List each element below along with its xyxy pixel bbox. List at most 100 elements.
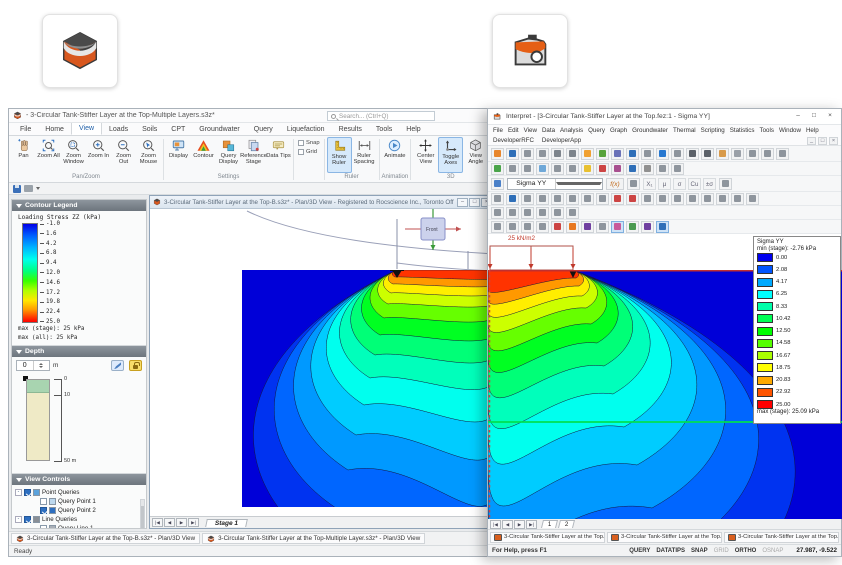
scrollbar-thumb[interactable] [141,506,144,528]
status-toggle[interactable]: OSNAP [762,548,783,554]
toolbar-icon[interactable] [746,192,759,205]
toolbar-icon[interactable] [716,192,729,205]
rs2-desktop-icon[interactable] [492,14,568,88]
tree-expander[interactable] [31,525,38,528]
view-nav-button[interactable]: ▶| [526,519,537,529]
toolbar-icon[interactable] [671,192,684,205]
toolbar-icon[interactable] [491,192,504,205]
toolbar-icon[interactable] [566,162,579,175]
settle3-desktop-icon[interactable] [42,14,118,88]
view-nav-button[interactable]: |◀ [490,519,501,529]
data-type-icon[interactable] [491,177,504,190]
document-tab[interactable]: 3-Circular Tank-Stiffer Layer at the Top… [202,533,426,544]
ribbon-tab[interactable]: Query [247,124,280,135]
print-icon[interactable] [24,185,33,192]
contour-button[interactable]: Contour [191,137,216,173]
toolbar-icon[interactable] [581,220,594,233]
toolbar-icon[interactable] [641,220,654,233]
tree-expander[interactable]: - [15,516,22,524]
toggle-axes-button[interactable]: Toggle Axes [438,137,464,173]
toolbar-icon[interactable] [506,162,519,175]
document-tab[interactable]: 3-Circular Tank-Stiffer Layer at the Top… [11,533,201,544]
menu-item[interactable]: Window [777,127,803,134]
data-tips-button[interactable]: Data Tips [266,137,291,173]
window-button[interactable]: □ [807,111,821,122]
menu-item[interactable]: Groundwater [630,127,670,134]
status-toggle[interactable]: QUERY [629,548,650,554]
toolbar-icon[interactable] [611,220,624,233]
toolbar-icon[interactable] [701,192,714,205]
ribbon-tab[interactable]: Tools [369,124,399,135]
view-controls-header[interactable]: View Controls [12,474,146,486]
ribbon-tab[interactable]: Help [399,124,427,135]
stage-nav-button[interactable]: ▶| [188,518,199,527]
toolbar-icon[interactable] [596,147,609,160]
tree-item[interactable]: Query Point 1 [15,497,144,506]
toolbar-icon[interactable] [521,220,534,233]
status-toggle[interactable]: GRID [714,548,729,554]
toolbar-icon[interactable] [641,162,654,175]
toolbar-icon[interactable] [506,220,519,233]
toolbar-icon[interactable] [641,147,654,160]
ribbon-tab[interactable]: Soils [135,124,164,135]
tree-expander[interactable] [31,498,38,505]
toolbar-icon[interactable] [626,162,639,175]
menu-item[interactable]: Thermal [671,127,698,134]
menu-item[interactable]: Tools [757,127,775,134]
ribbon-tab[interactable]: Home [38,124,71,135]
ribbon-tab[interactable]: CPT [164,124,192,135]
tree-expander[interactable] [31,507,38,514]
tree-expander[interactable]: - [15,489,22,497]
toolbar-icon[interactable] [506,192,519,205]
plan3d-canvas[interactable]: Front [150,209,495,516]
tree-checkbox[interactable] [24,489,31,497]
contour-legend-header[interactable]: Contour Legend [12,200,146,211]
menu-item[interactable]: File [491,127,505,134]
grid-toggle[interactable]: Grid [298,149,320,155]
save-icon[interactable] [13,184,21,193]
menu-item[interactable]: DeveloperApp [540,137,583,144]
toolbar-icon[interactable] [581,192,594,205]
menu-item[interactable]: Data [540,127,557,134]
toolbar-icon[interactable] [596,192,609,205]
toolbar-icon[interactable] [656,147,669,160]
toolbar-icon[interactable] [596,162,609,175]
toolbar-icon[interactable] [536,206,549,219]
toolbar-icon[interactable] [686,147,699,160]
lock-depth-button[interactable] [129,360,142,372]
toolbar-icon[interactable] [626,220,639,233]
stage-tab[interactable]: Stage 1 [205,518,248,527]
grid-checkbox[interactable] [298,149,304,155]
display-button[interactable]: Display [166,137,191,173]
tree-checkbox[interactable] [40,498,47,506]
snap-checkbox[interactable] [298,140,304,146]
user-data-button[interactable]: f(x) [606,177,624,190]
menu-item[interactable]: View [522,127,539,134]
depth-stepper[interactable] [32,361,50,371]
document-tab[interactable]: 3-Circular Tank-Stiffer Layer at the Top… [490,531,605,543]
statistics-button[interactable]: σ [673,177,686,190]
zoom-window-button[interactable]: Zoom Window [61,137,86,173]
toolbar-icon[interactable] [686,192,699,205]
toolbar-icon[interactable] [491,220,504,233]
show-ruler-button[interactable]: Show Ruler [326,137,352,173]
menu-item[interactable]: Graph [608,127,629,134]
toolbar-icon[interactable] [656,162,669,175]
ribbon-tab[interactable]: Liquefaction [280,124,332,135]
toolbar-icon[interactable] [656,192,669,205]
view-tab[interactable]: 2 [558,520,576,528]
mdi-button[interactable]: _ [807,136,816,145]
zoom-mouse-button[interactable]: Zoom Mouse [136,137,161,173]
window-button[interactable]: × [823,111,837,122]
toolbar-icon[interactable] [611,192,624,205]
doc-window-button[interactable]: □ [469,197,480,207]
toolbar-icon[interactable] [566,147,579,160]
plan3d-titlebar[interactable]: 3-Circular Tank-Stiffer Layer at the Top… [150,196,495,209]
status-toggle[interactable]: SNAP [691,548,708,554]
histogram-icon[interactable] [719,177,732,190]
toolbar-icon[interactable] [596,220,609,233]
tree-checkbox[interactable] [40,525,47,528]
ruler-spacing-button[interactable]: Ruler Spacing [352,137,377,173]
pan-button[interactable]: Pan [11,137,36,173]
tree-scrollbar[interactable] [140,499,145,528]
